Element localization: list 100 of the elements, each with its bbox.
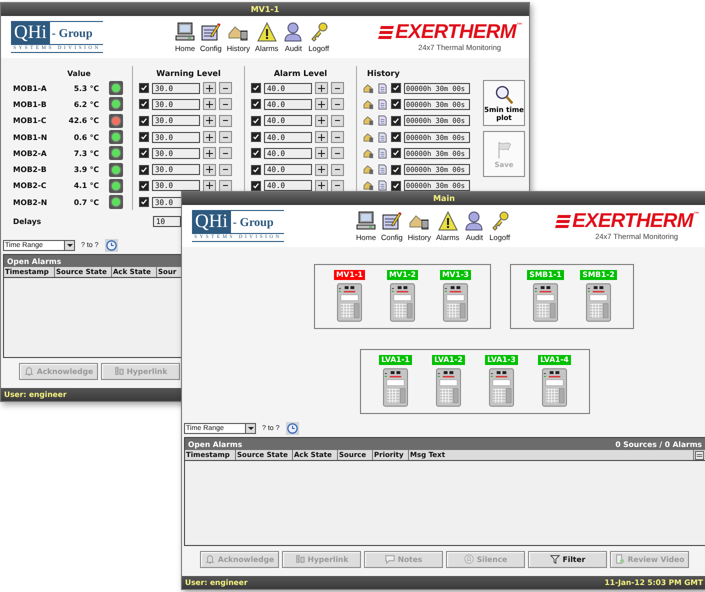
decrease-button[interactable] (331, 180, 344, 192)
computer-icon (175, 22, 195, 42)
folder-pencil-icon[interactable] (363, 115, 374, 126)
document-icon[interactable] (377, 164, 388, 176)
document-icon[interactable] (377, 98, 388, 110)
key-icon (490, 210, 510, 230)
increase-button[interactable] (203, 180, 216, 192)
document-icon[interactable] (377, 82, 388, 94)
increase-button[interactable] (203, 131, 216, 144)
folder-pencil-icon[interactable] (363, 148, 374, 159)
document-icon[interactable] (377, 132, 388, 143)
document-icon[interactable] (377, 180, 388, 192)
decrease-button[interactable] (219, 131, 232, 144)
decrease-button[interactable] (331, 82, 344, 94)
device-drawing[interactable] (542, 368, 567, 407)
folder-pencil-icon[interactable] (363, 132, 374, 143)
decrease-button[interactable] (331, 114, 344, 127)
decrease-button[interactable] (219, 164, 232, 176)
increase-button[interactable] (203, 114, 216, 127)
decrease-button[interactable] (219, 82, 232, 94)
checkbox[interactable] (251, 99, 261, 110)
device-drawing[interactable] (489, 368, 514, 407)
increase-button[interactable] (203, 98, 216, 110)
checkbox[interactable] (391, 116, 401, 126)
device-drawing[interactable] (533, 283, 558, 322)
magnifier-icon (494, 84, 514, 104)
phone-icon (114, 366, 124, 376)
checkbox[interactable] (139, 197, 149, 208)
bell-icon (24, 366, 34, 376)
increase-button[interactable] (203, 82, 216, 94)
decrease-button[interactable] (219, 147, 232, 160)
bell-circle-icon (464, 554, 474, 564)
checkbox[interactable] (391, 180, 401, 191)
device-drawing[interactable] (586, 283, 611, 322)
checkbox[interactable] (391, 132, 401, 142)
increase-button[interactable] (315, 164, 328, 176)
column-heading: Warning Level (156, 68, 221, 78)
decrease-button[interactable] (219, 180, 232, 192)
folder-pencil-icon[interactable] (363, 164, 374, 176)
warning-icon (438, 210, 458, 230)
device-drawing[interactable] (337, 283, 362, 322)
increase-button[interactable] (315, 82, 328, 94)
column-heading: Alarm Level (274, 68, 328, 78)
checkbox[interactable] (251, 164, 261, 175)
folder-pencil-icon[interactable] (363, 98, 374, 110)
document-icon[interactable] (377, 115, 388, 126)
increase-button[interactable] (315, 147, 328, 160)
decrease-button[interactable] (331, 147, 344, 160)
stripes-logo-icon (555, 214, 572, 230)
checkbox[interactable] (391, 99, 401, 110)
folder-pencil-icon[interactable] (363, 180, 374, 192)
decrease-button[interactable] (219, 98, 232, 110)
checkbox[interactable] (251, 132, 261, 142)
speech-bubble-icon (384, 554, 395, 564)
increase-button[interactable] (203, 147, 216, 160)
checkbox[interactable] (139, 116, 149, 126)
document-play-icon (614, 554, 625, 564)
checkbox[interactable] (391, 164, 401, 175)
clock-icon[interactable] (104, 238, 118, 252)
checkbox[interactable] (139, 148, 149, 158)
increase-button[interactable] (203, 164, 216, 176)
key-icon (308, 22, 329, 42)
window-title: Main (182, 192, 705, 205)
window-title: MV1-1 (1, 3, 529, 16)
brand-name: EXERTHERM (395, 22, 516, 43)
device-drawing[interactable] (383, 368, 408, 407)
increase-button[interactable] (315, 180, 328, 192)
decrease-button[interactable] (331, 131, 344, 144)
logo-text: - Group (232, 214, 274, 230)
checkbox[interactable] (391, 83, 401, 94)
column-chooser-icon[interactable] (695, 451, 704, 460)
checkbox[interactable] (251, 116, 261, 126)
phone-icon (294, 554, 305, 564)
checkbox[interactable] (139, 99, 149, 110)
checkbox[interactable] (139, 180, 149, 191)
checkbox[interactable] (391, 148, 401, 158)
clock-icon[interactable] (286, 422, 299, 434)
decrease-button[interactable] (219, 114, 232, 127)
increase-button[interactable] (315, 131, 328, 144)
device-drawing[interactable] (390, 283, 415, 322)
checkbox[interactable] (251, 148, 261, 158)
folder-pencil-icon[interactable] (363, 82, 374, 94)
document-icon[interactable] (377, 148, 388, 159)
notepad-pencil-icon (382, 210, 402, 230)
device-drawing[interactable] (436, 368, 461, 407)
device-drawing[interactable] (443, 283, 468, 322)
checkbox[interactable] (251, 83, 261, 94)
notepad-pencil-icon (200, 22, 221, 42)
person-icon (464, 210, 484, 230)
checkbox[interactable] (251, 180, 261, 191)
checkbox[interactable] (139, 132, 149, 142)
warning-icon (256, 22, 277, 42)
decrease-button[interactable] (331, 164, 344, 176)
increase-button[interactable] (315, 98, 328, 110)
funnel-icon (550, 554, 560, 564)
increase-button[interactable] (315, 114, 328, 127)
checkbox[interactable] (139, 83, 149, 94)
logo-text: - Group (52, 26, 93, 40)
decrease-button[interactable] (331, 98, 344, 110)
checkbox[interactable] (139, 164, 149, 175)
